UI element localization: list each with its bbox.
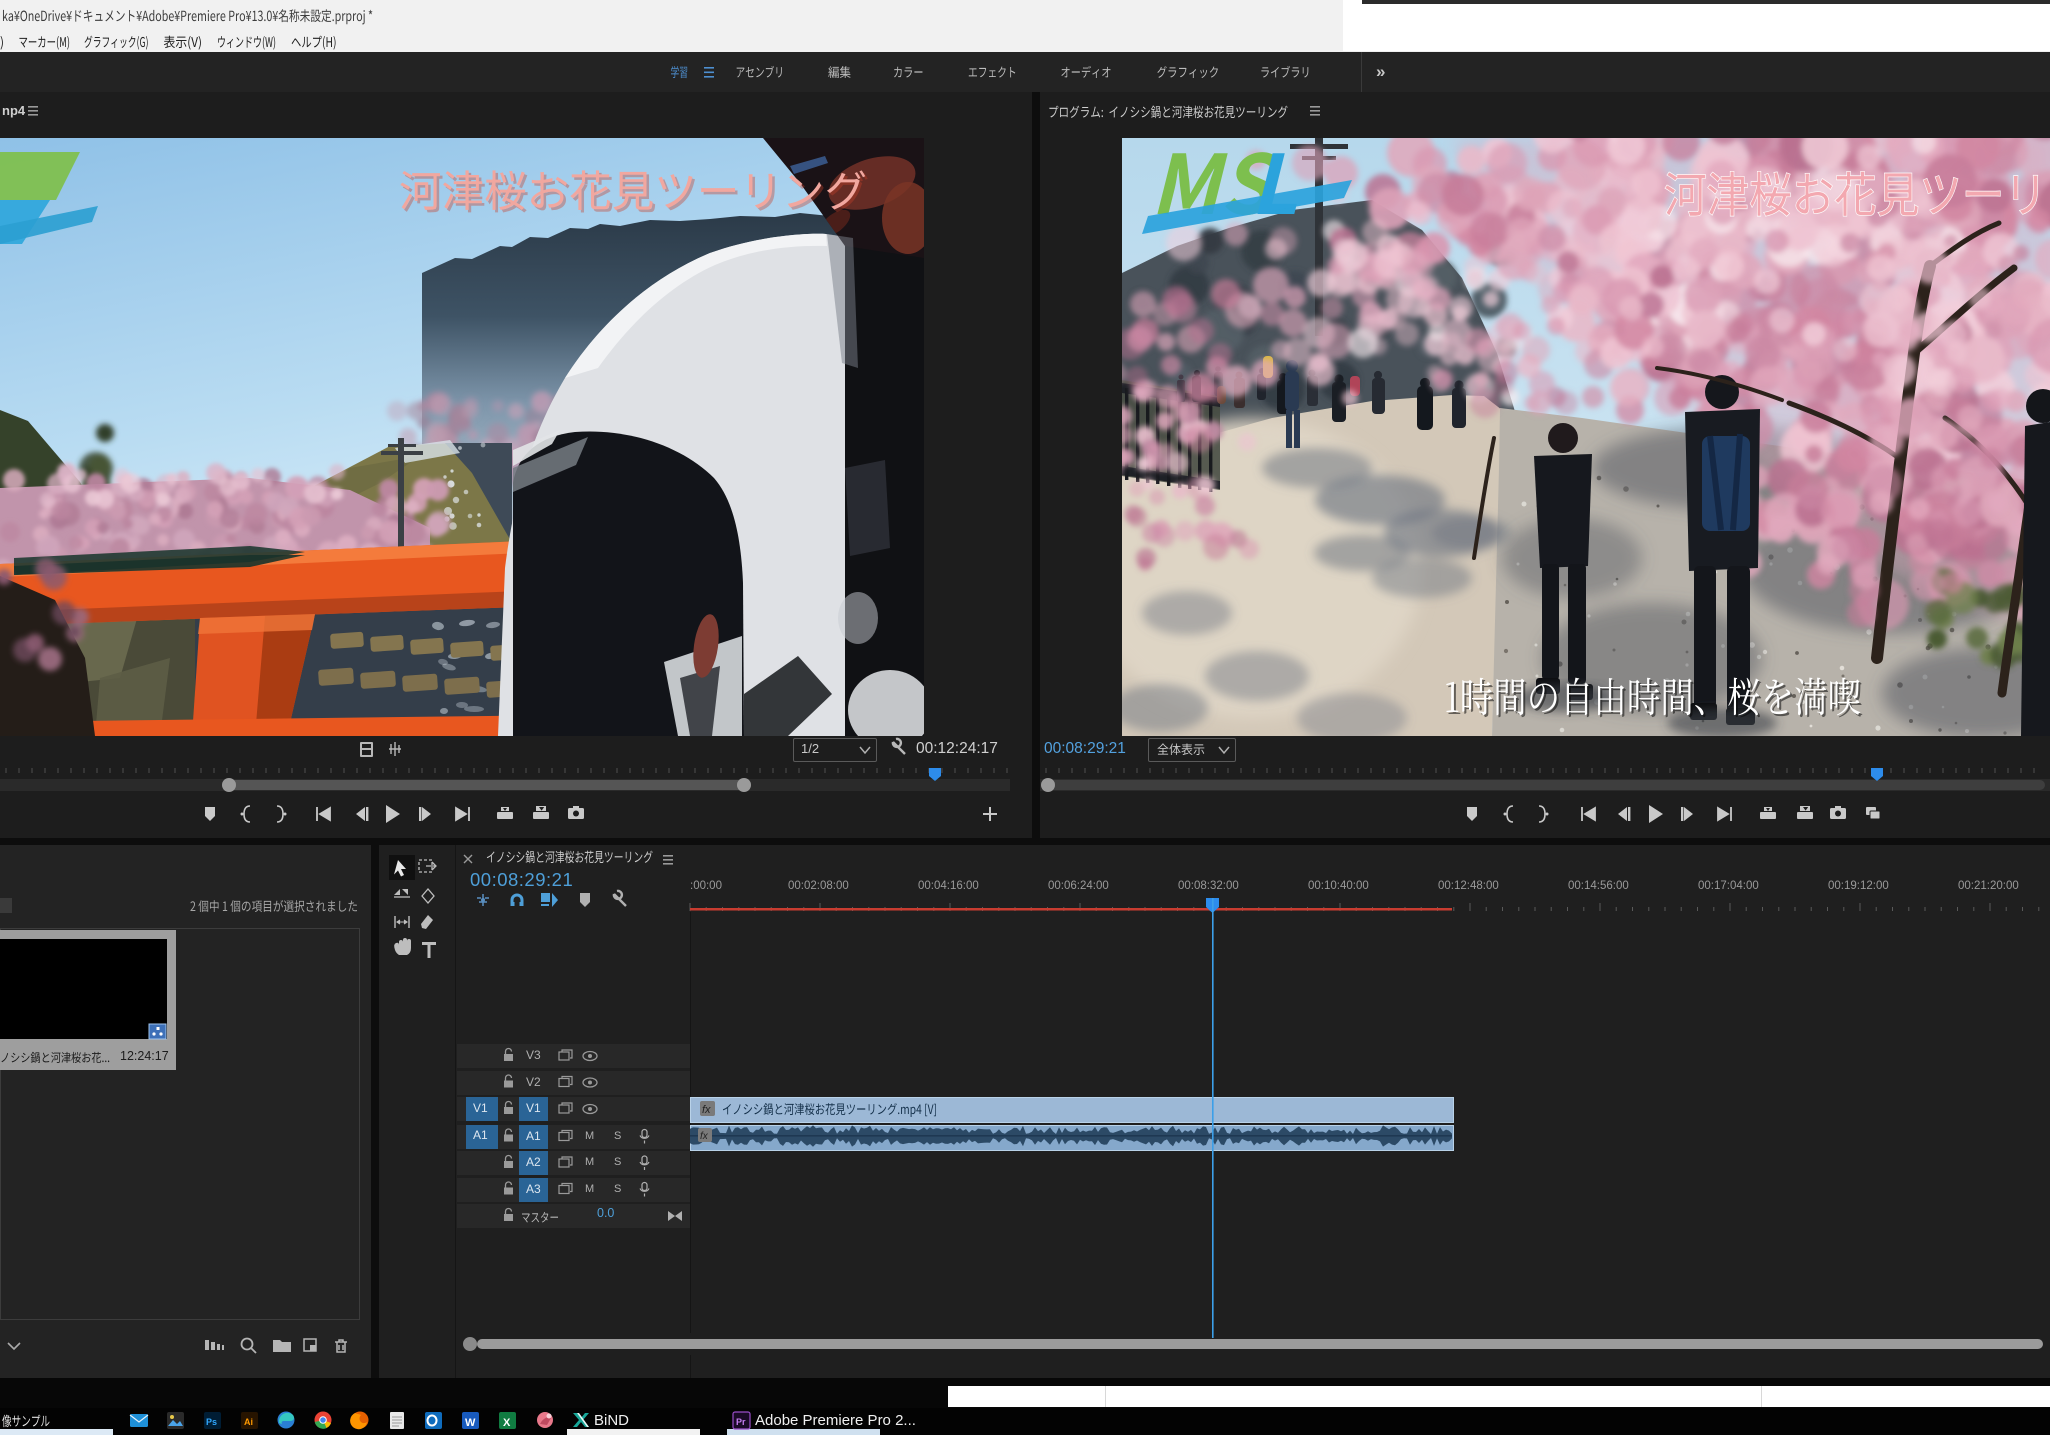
svg-text:Ps: Ps — [206, 1417, 217, 1427]
svg-text:X: X — [503, 1417, 511, 1429]
svg-text:Pr: Pr — [736, 1417, 746, 1427]
svg-text:Ai: Ai — [244, 1417, 253, 1427]
svg-text:W: W — [465, 1417, 476, 1429]
